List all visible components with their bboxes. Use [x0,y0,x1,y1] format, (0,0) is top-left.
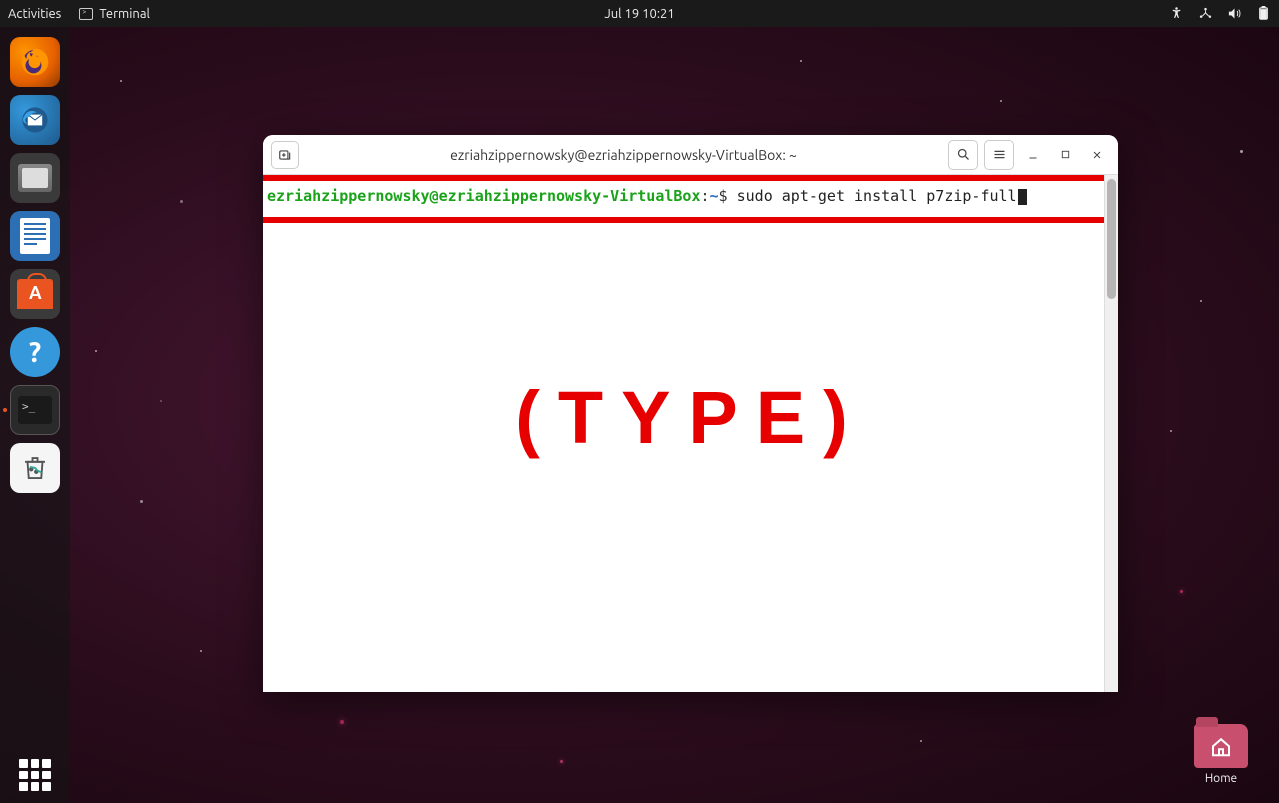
window-title: ezriahzippernowsky@ezriahzippernowsky-Vi… [305,147,942,163]
window-titlebar[interactable]: ezriahzippernowsky@ezriahzippernowsky-Vi… [263,135,1118,175]
command-text: sudo apt-get install p7zip-full [737,187,1017,205]
help-icon[interactable]: ? [10,327,60,377]
firefox-icon[interactable] [10,37,60,87]
minimize-button[interactable] [1020,142,1046,168]
new-tab-button[interactable] [271,141,299,169]
annotation-type-label: (TYPE) [515,375,866,460]
thunderbird-icon[interactable] [10,95,60,145]
show-applications-button[interactable] [19,759,51,791]
home-folder-icon [1194,724,1248,768]
terminal-window: ezriahzippernowsky@ezriahzippernowsky-Vi… [263,135,1118,692]
top-bar: Activities Terminal Jul 19 10:21 [0,0,1279,27]
terminal-body[interactable]: ezriahzippernowsky@ezriahzippernowsky-Vi… [263,175,1118,692]
search-button[interactable] [948,140,978,170]
menu-button[interactable] [984,140,1014,170]
cursor [1018,189,1027,205]
active-app-label: Terminal [99,7,150,21]
prompt-line: ezriahzippernowsky@ezriahzippernowsky-Vi… [267,187,1027,205]
scrollbar[interactable] [1104,175,1118,692]
desktop-home-folder[interactable]: Home [1191,724,1251,785]
prompt-path: ~ [710,187,719,205]
terminal-icon [79,8,93,20]
accessibility-icon[interactable] [1169,6,1184,21]
maximize-button[interactable] [1052,142,1078,168]
network-icon[interactable] [1198,6,1213,21]
activities-button[interactable]: Activities [8,7,61,21]
dock: ? [0,27,70,803]
libreoffice-writer-icon[interactable] [10,211,60,261]
scrollbar-thumb[interactable] [1107,179,1116,299]
close-button[interactable] [1084,142,1110,168]
terminal-dock-icon[interactable] [10,385,60,435]
prompt-user-host: ezriahzippernowsky@ezriahzippernowsky-Vi… [267,187,700,205]
trash-icon[interactable] [10,443,60,493]
battery-icon[interactable] [1256,6,1271,21]
home-label: Home [1205,772,1237,785]
clock[interactable]: Jul 19 10:21 [604,7,674,21]
active-app-indicator[interactable]: Terminal [79,7,150,21]
volume-icon[interactable] [1227,6,1242,21]
files-icon[interactable] [10,153,60,203]
ubuntu-software-icon[interactable] [10,269,60,319]
